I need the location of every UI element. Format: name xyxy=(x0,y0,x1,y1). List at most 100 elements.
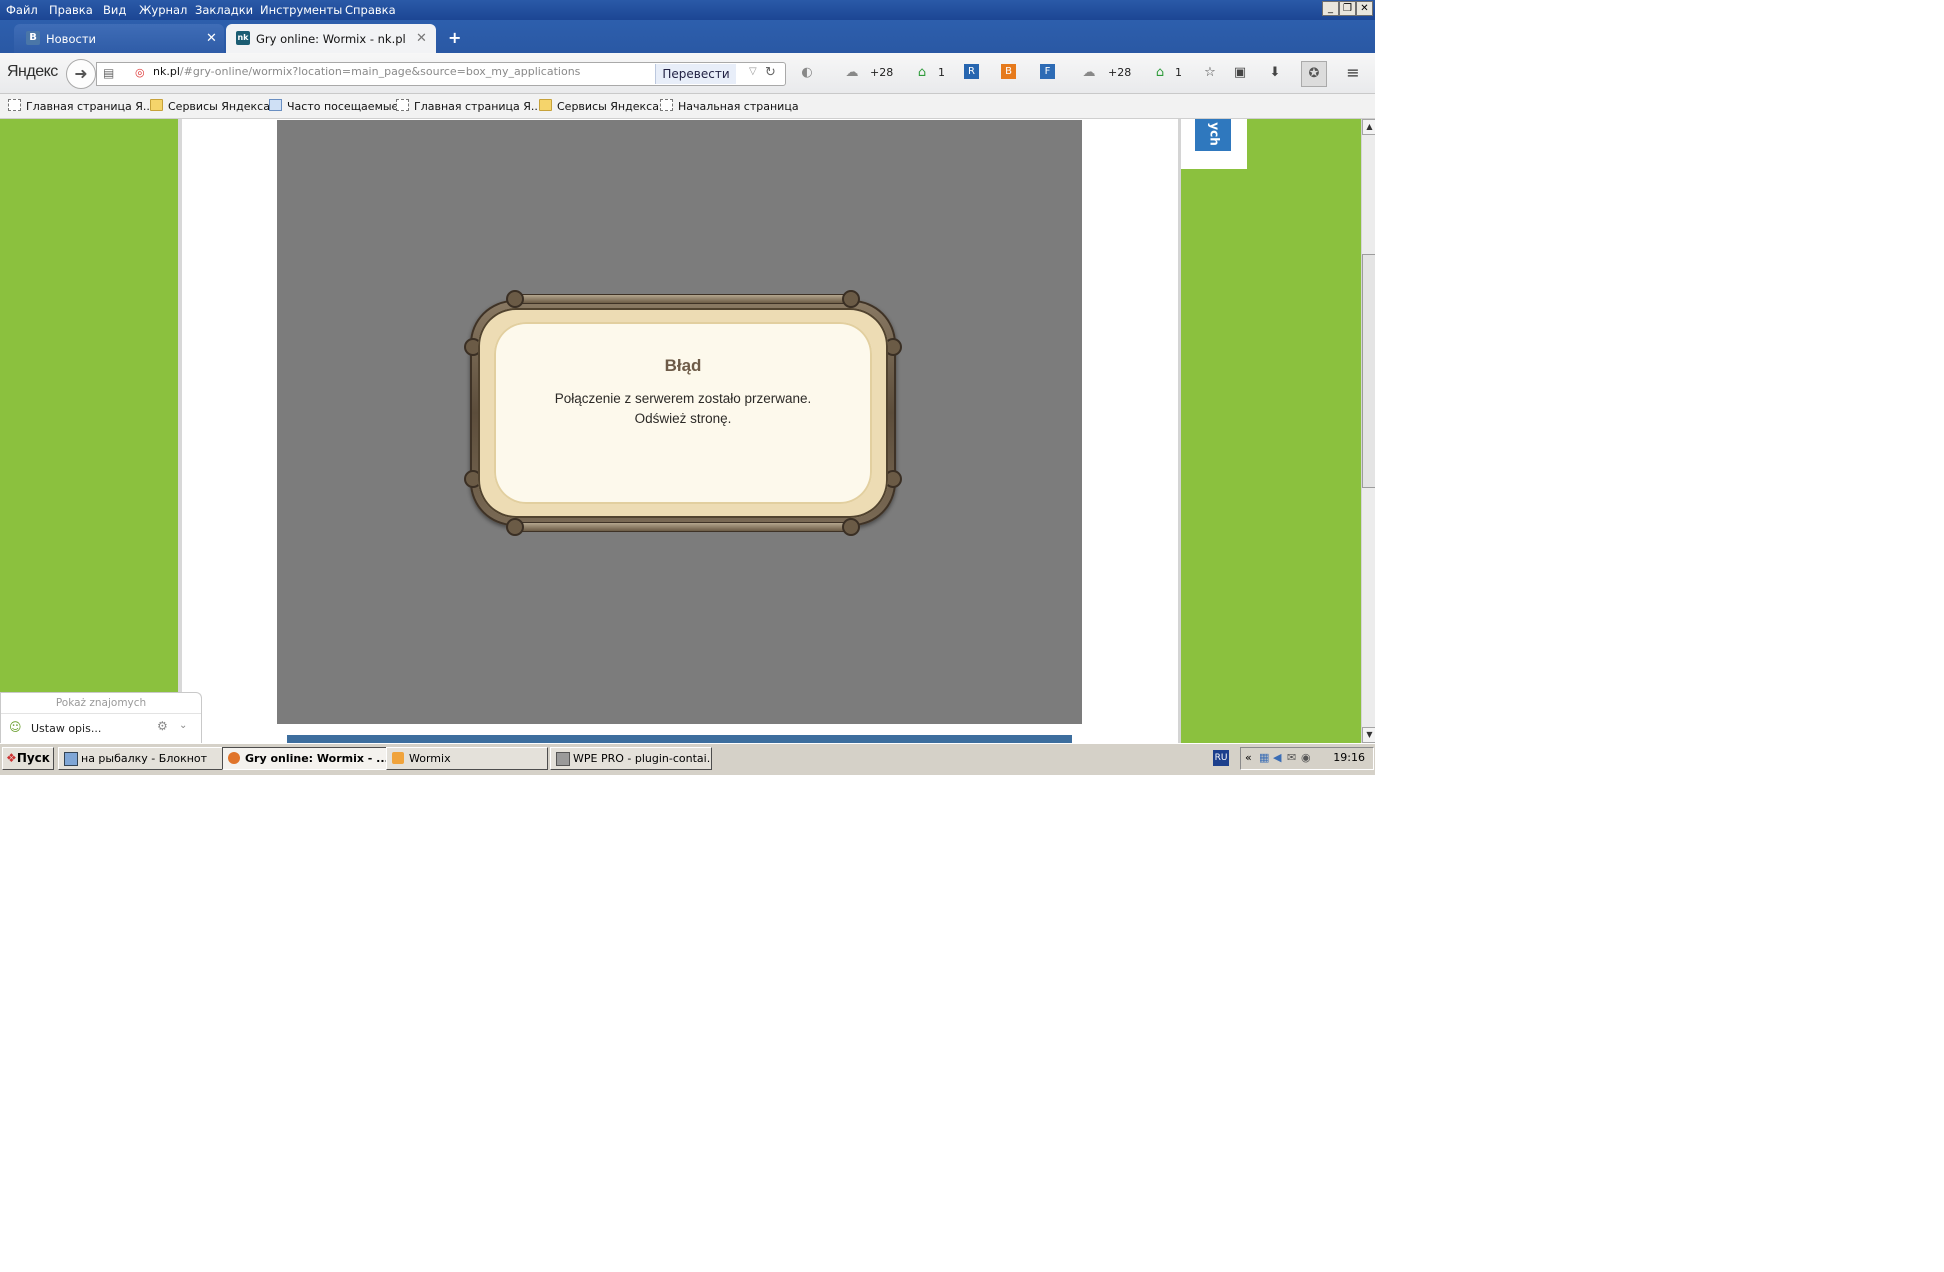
tab-news[interactable]: B Новости ✕ xyxy=(14,24,224,53)
bookmark-label: Часто посещаемые xyxy=(287,100,399,113)
tray-expand-icon[interactable]: « xyxy=(1245,751,1252,764)
restore-button[interactable]: ❐ xyxy=(1339,1,1356,16)
star-bookmark-icon[interactable]: ☆ xyxy=(1201,64,1219,82)
user-status-icon: ☺ xyxy=(9,720,22,734)
scroll-up-arrow-icon[interactable]: ▲ xyxy=(1362,119,1375,135)
bookmark-label: Сервисы Яндекса xyxy=(168,100,270,113)
show-friends-link[interactable]: Pokaż znajomych xyxy=(1,697,201,709)
menu-bookmarks[interactable]: Закладки xyxy=(195,3,253,17)
bookmark-item[interactable]: Часто посещаемые xyxy=(269,99,398,113)
start-label: Пуск xyxy=(16,751,50,765)
scrollbar-thumb[interactable] xyxy=(1362,254,1375,488)
friends-chat-popup: Pokaż znajomych ☺ Ustaw opis... ⚙ ⌄ xyxy=(0,692,202,745)
reload-icon[interactable]: ↻ xyxy=(765,65,776,80)
task-wormix[interactable]: Wormix xyxy=(386,747,548,770)
yandex-logo: Яндекс xyxy=(7,63,58,80)
weather-cloud-icon[interactable]: ☁ xyxy=(843,64,861,82)
scroll-down-arrow-icon[interactable]: ▼ xyxy=(1362,727,1375,743)
bookmark-item[interactable]: Сервисы Яндекса xyxy=(539,99,659,113)
mail-count-2[interactable]: 1 xyxy=(1175,66,1182,79)
menu-help[interactable]: Справка xyxy=(345,3,396,17)
menu-file[interactable]: Файл xyxy=(6,3,38,17)
windows-logo-icon: ❖ xyxy=(6,751,17,765)
download-icon[interactable]: ⬇ xyxy=(1266,64,1284,82)
page-list-icon[interactable]: ▤ xyxy=(103,66,114,80)
right-background-top xyxy=(1247,119,1361,169)
task-wpe-pro[interactable]: WPE PRO - plugin-contai... xyxy=(550,747,712,770)
dialog-title: Błąd xyxy=(664,356,702,375)
clipboard-icon[interactable]: ▣ xyxy=(1231,64,1249,82)
notepad-icon xyxy=(64,752,78,766)
screen: Файл Правка Вид Журнал Закладки Инструме… xyxy=(0,0,1375,775)
taskbar: ❖Пуск на рыбалку - Блокнот Gry online: W… xyxy=(0,743,1375,775)
back-arrow-icon: ➜ xyxy=(74,64,88,83)
side-tab-label: ych xyxy=(1207,122,1222,146)
menu-view[interactable]: Вид xyxy=(103,3,126,17)
bookmark-item[interactable]: Главная страница Я... xyxy=(396,99,541,113)
task-browser[interactable]: Gry online: Wormix - ... xyxy=(222,747,404,770)
chat-divider xyxy=(1,713,201,714)
tab-label: Новости xyxy=(46,32,96,46)
addon-icon[interactable]: ✪ xyxy=(1301,61,1327,87)
mail-house-icon[interactable]: ⌂ xyxy=(1151,64,1169,82)
mail-house-icon[interactable]: ⌂ xyxy=(913,64,931,82)
weather-temp-1[interactable]: +28 xyxy=(870,66,893,79)
vertical-scrollbar[interactable]: ▲ ▼ xyxy=(1361,119,1375,743)
wormix-icon xyxy=(392,752,404,764)
new-tab-button[interactable]: + xyxy=(448,28,461,47)
hamburger-menu-icon[interactable]: ≡ xyxy=(1344,64,1362,82)
url-text[interactable]: nk.pl/#gry-online/wormix?location=main_p… xyxy=(153,65,580,78)
bookmark-item[interactable]: Главная страница Я... xyxy=(8,99,153,113)
frame-bar-top xyxy=(510,294,856,304)
dialog-message: Połączenie z serwerem zostało przerwane. xyxy=(554,391,812,406)
menu-edit[interactable]: Правка xyxy=(49,3,93,17)
frame-bolt-icon xyxy=(506,518,524,536)
mail-icon[interactable]: ✉ xyxy=(1287,751,1296,764)
menu-history[interactable]: Журнал xyxy=(139,3,187,17)
url-path: /#gry-online/wormix?location=main_page&s… xyxy=(179,65,581,78)
ya-disk-icon[interactable]: R xyxy=(964,64,979,79)
url-bar[interactable]: ▤ ◎ nk.pl/#gry-online/wormix?location=ma… xyxy=(96,62,786,86)
system-tray: « ▦ ◀ ✉ ◉ 19:16 xyxy=(1240,747,1374,770)
nk-favicon-icon: nk xyxy=(236,31,250,45)
right-background xyxy=(1181,169,1361,743)
back-button[interactable]: ➜ xyxy=(66,59,96,89)
language-indicator[interactable]: RU xyxy=(1213,750,1229,766)
settings-gear-icon[interactable]: ⚙ xyxy=(157,719,168,733)
frame-bolt-icon xyxy=(842,518,860,536)
close-tab-icon[interactable]: ✕ xyxy=(416,31,427,46)
volume-icon[interactable]: ◀ xyxy=(1273,751,1281,764)
site-identity-icon[interactable]: ◎ xyxy=(135,66,145,79)
translate-button[interactable]: Перевести xyxy=(655,64,736,84)
set-status-input[interactable]: Ustaw opis... xyxy=(31,722,101,735)
network-icon[interactable]: ▦ xyxy=(1259,751,1269,764)
menu-tools[interactable]: Инструменты xyxy=(260,3,342,17)
start-button[interactable]: ❖Пуск xyxy=(2,747,54,770)
wpe-pro-icon xyxy=(556,752,570,766)
mail-count-1[interactable]: 1 xyxy=(938,66,945,79)
dialog-hint: Odśwież stronę. xyxy=(634,411,732,426)
bookmark-label: Главная страница Я... xyxy=(414,100,542,113)
update-icon[interactable]: ◉ xyxy=(1301,751,1311,764)
bookmark-item[interactable]: Начальная страница xyxy=(660,99,799,113)
bookmark-label: Сервисы Яндекса xyxy=(557,100,659,113)
tab-wormix[interactable]: nk Gry online: Wormix - nk.pl ✕ xyxy=(226,24,436,53)
ya-money-icon[interactable]: F xyxy=(1040,64,1055,79)
navigation-toolbar: Яндекс ▤ ◎ nk.pl/#gry-online/wormix?loca… xyxy=(0,53,1375,94)
shield-toggle-icon[interactable]: ◐ xyxy=(798,64,816,82)
weather-cloud-icon[interactable]: ☁ xyxy=(1080,64,1098,82)
close-window-button[interactable]: ✕ xyxy=(1356,1,1373,16)
minimize-button[interactable]: _ xyxy=(1322,1,1339,16)
folder-icon xyxy=(539,99,552,111)
task-label: на рыбалку - Блокнот xyxy=(81,752,208,765)
weather-temp-2[interactable]: +28 xyxy=(1108,66,1131,79)
ya-market-icon[interactable]: B xyxy=(1001,64,1016,79)
most-visited-icon xyxy=(269,99,282,111)
dropdown-arrow-icon[interactable]: ▽ xyxy=(749,66,757,77)
frame-bolt-icon xyxy=(506,290,524,308)
side-tab[interactable]: ych xyxy=(1195,119,1231,151)
close-tab-icon[interactable]: ✕ xyxy=(206,31,217,46)
bookmark-item[interactable]: Сервисы Яндекса xyxy=(150,99,270,113)
chevron-down-icon[interactable]: ⌄ xyxy=(179,720,187,731)
left-divider xyxy=(178,119,182,743)
